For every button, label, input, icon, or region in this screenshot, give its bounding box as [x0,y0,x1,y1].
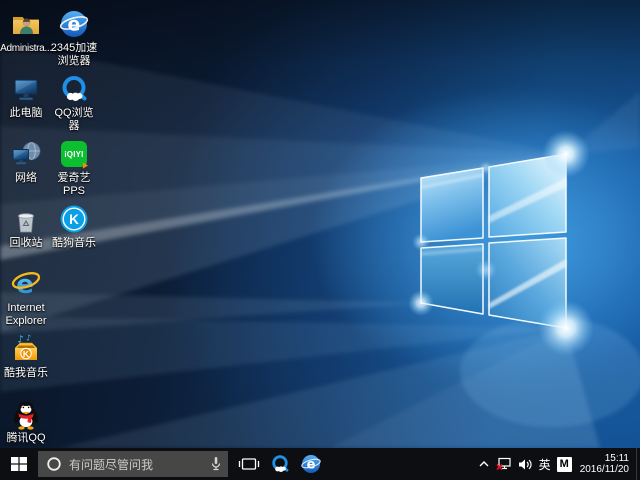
show-desktop-button[interactable] [636,448,640,480]
system-tray: 英 M 15:11 2016/11/20 [475,448,640,480]
desktop-icon-2345-browser[interactable]: e 2345加速浏览器 [50,4,98,69]
internet-explorer-icon: e [10,264,42,300]
icon-label: 酷我音乐 [4,367,48,380]
tray-expand-button[interactable] [475,448,493,480]
desktop-icon-kuwo-music[interactable]: ♪ ♪ K 酷我音乐 [2,329,50,394]
2345-browser-icon: e [300,453,322,475]
icon-label: 爱奇艺PPS [50,172,98,198]
taskbar-2345-browser-button[interactable]: e [295,448,326,480]
icon-label: 此电脑 [10,107,43,120]
svg-text:iQIYI: iQIYI [64,150,83,159]
cortana-ring-icon [46,456,62,472]
ime-language-indicator[interactable]: 英 [536,448,554,480]
windows-desktop: Administra... 此电脑 [0,0,640,480]
desktop-icon-iqiyi-pps[interactable]: iQIYI 爱奇艺PPS [50,134,98,199]
tray-volume[interactable] [515,448,536,480]
icon-column-1: Administra... 此电脑 [2,4,50,459]
desktop-icon-network[interactable]: 网络 [2,134,50,199]
desktop-icon-qq-browser[interactable]: QQ浏览器 [50,69,98,134]
desktop-icon-kugou-music[interactable]: K 酷狗音乐 [50,199,98,264]
qq-browser-icon [58,69,90,105]
search-input[interactable]: 有问题尽管问我 [38,451,228,477]
icon-label: 回收站 [10,237,43,250]
desktop-icon-administrator[interactable]: Administra... [2,4,50,69]
svg-text:K: K [69,212,79,227]
qq-browser-icon [269,453,291,475]
start-button[interactable] [0,448,38,480]
tencent-qq-icon [10,394,42,430]
tray-clock[interactable]: 15:11 2016/11/20 [575,453,636,475]
icon-label: Administra... [0,42,52,55]
desktop-icon-this-pc[interactable]: 此电脑 [2,69,50,134]
task-view-button[interactable] [233,448,264,480]
kuwo-music-icon: ♪ ♪ K [10,329,42,365]
desktop-icon-grid: Administra... 此电脑 [2,4,98,459]
desktop-icon-recycle-bin[interactable]: 回收站 [2,199,50,264]
tray-network-status[interactable] [493,448,515,480]
clock-date: 2016/11/20 [580,464,629,475]
icon-label: Internet Explorer [2,302,50,328]
volume-icon [518,458,533,471]
icon-column-2: e 2345加速浏览器 QQ浏览器 [50,4,98,459]
microphone-icon[interactable] [210,456,222,472]
svg-text:♪: ♪ [26,334,31,343]
user-folder-icon [10,4,42,40]
this-pc-icon [10,69,42,105]
network-disconnected-icon [496,457,512,471]
recycle-bin-icon [10,199,42,235]
kugou-music-icon: K [58,199,90,235]
iqiyi-pps-icon: iQIYI [58,134,90,170]
search-placeholder-text: 有问题尽管问我 [69,456,210,473]
2345-browser-icon: e [58,4,90,40]
chevron-up-icon [478,459,490,469]
taskbar-qq-browser-button[interactable] [264,448,295,480]
desktop-icon-internet-explorer[interactable]: e Internet Explorer [2,264,50,329]
ime-mode-badge[interactable]: M [554,448,575,480]
windows-logo-icon [11,457,27,471]
network-icon [10,134,42,170]
clock-time: 15:11 [580,453,629,464]
icon-label: 腾讯QQ [6,432,45,445]
icon-label: 网络 [15,172,37,185]
task-view-icon [238,456,260,472]
taskbar: 有问题尽管问我 [0,448,640,480]
icon-label: 酷狗音乐 [52,237,96,250]
icon-label: QQ浏览器 [50,107,98,133]
icon-label: 2345加速浏览器 [50,42,98,68]
svg-text:K: K [23,349,30,359]
